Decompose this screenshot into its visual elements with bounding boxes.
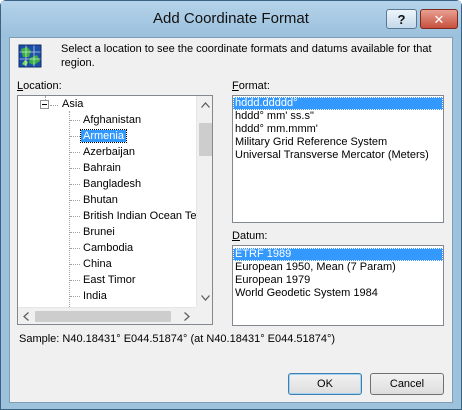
tree-item-label: Cambodia: [83, 242, 134, 254]
tree-horizontal-thumb[interactable]: [35, 311, 171, 322]
datum-list[interactable]: ETRF 1989 European 1950, Mean (7 Param) Eu…: [232, 245, 444, 326]
format-list-item[interactable]: hddd° mm' ss.s": [233, 110, 443, 123]
tree-item-label: British Indian Ocean Ter: [83, 210, 196, 222]
format-list-item[interactable]: hddd° mm.mmm': [233, 123, 443, 136]
tree-item-label: Brunei: [83, 226, 115, 238]
scroll-left-icon[interactable]: [23, 312, 29, 321]
format-list-item[interactable]: Universal Transverse Mercator (Meters): [233, 149, 443, 162]
format-list[interactable]: hddd.ddddd° hddd° mm' ss.s" hddd° mm.mmm' M…: [232, 95, 444, 223]
format-items: hddd.ddddd° hddd° mm' ss.s" hddd° mm.mmm' M…: [233, 96, 443, 162]
instruction-text: Select a location to see the coordinate …: [61, 43, 432, 69]
tree-horizontal-scrollbar[interactable]: [18, 307, 196, 324]
tree-item-asia[interactable]: Asia: [62, 96, 83, 112]
tree-item[interactable]: Bahrain: [83, 160, 121, 176]
scroll-right-icon[interactable]: [184, 312, 190, 321]
collapse-toggle-icon[interactable]: [40, 100, 49, 109]
tree-item[interactable]: Azerbaijan: [83, 144, 135, 160]
tree-item-label: China: [83, 258, 112, 270]
scroll-up-icon[interactable]: [201, 102, 210, 108]
datum-list-item[interactable]: European 1979: [233, 274, 443, 287]
scrollbar-corner: [196, 307, 212, 324]
location-tree[interactable]: Asia Afghanistan Armenia Azerbaijan Bahrain…: [17, 95, 213, 325]
tree-item[interactable]: Brunei: [83, 224, 115, 240]
tree-item-label: Bhutan: [83, 194, 118, 206]
close-button[interactable]: ✕: [420, 9, 458, 29]
ok-button[interactable]: OK: [288, 373, 362, 395]
tree-vertical-scrollbar[interactable]: [196, 96, 212, 307]
datum-list-item[interactable]: European 1950, Mean (7 Param): [233, 261, 443, 274]
cancel-button[interactable]: Cancel: [370, 373, 444, 395]
tree-item-label: Afghanistan: [83, 114, 142, 126]
scroll-down-icon[interactable]: [201, 295, 210, 301]
tree-item[interactable]: China: [83, 256, 112, 272]
tree-item-label: Armenia: [80, 129, 127, 143]
tree-item[interactable]: India: [83, 288, 107, 304]
tree-item[interactable]: British Indian Ocean Ter: [83, 208, 196, 224]
location-label: Location:: [17, 80, 62, 92]
format-label: Format:: [232, 80, 270, 92]
tree-item-label: East Timor: [83, 274, 136, 286]
datum-items: ETRF 1989 European 1950, Mean (7 Param) Eu…: [233, 246, 443, 300]
datum-list-item[interactable]: ETRF 1989: [233, 248, 443, 261]
tree-vertical-thumb[interactable]: [199, 123, 212, 156]
format-list-item[interactable]: Military Grid Reference System: [233, 136, 443, 149]
tree-item[interactable]: Bangladesh: [83, 176, 141, 192]
tree-item[interactable]: East Timor: [83, 272, 136, 288]
tree-item[interactable]: Bhutan: [83, 192, 118, 208]
tree-item-label: India: [83, 290, 107, 302]
tree-item-label: Bangladesh: [83, 178, 142, 190]
title-bar[interactable]: Add Coordinate Format ? ✕: [1, 1, 461, 37]
datum-label: Datum:: [232, 230, 268, 242]
tree-item-label: Bahrain: [83, 162, 121, 174]
datum-list-item[interactable]: World Geodetic System 1984: [233, 287, 443, 300]
tree-item-label: Azerbaijan: [83, 146, 135, 158]
globe-grid-icon: [18, 44, 42, 68]
tree-item[interactable]: Afghanistan: [83, 112, 141, 128]
tree-content: Asia Afghanistan Armenia Azerbaijan Bahrain…: [18, 96, 196, 307]
help-button[interactable]: ?: [386, 9, 417, 29]
tree-item[interactable]: Armenia: [80, 128, 127, 144]
sample-text: Sample: N40.18431° E044.51874° (at N40.1…: [19, 333, 336, 345]
tree-item[interactable]: Cambodia: [83, 240, 133, 256]
format-list-item[interactable]: hddd.ddddd°: [233, 97, 443, 110]
